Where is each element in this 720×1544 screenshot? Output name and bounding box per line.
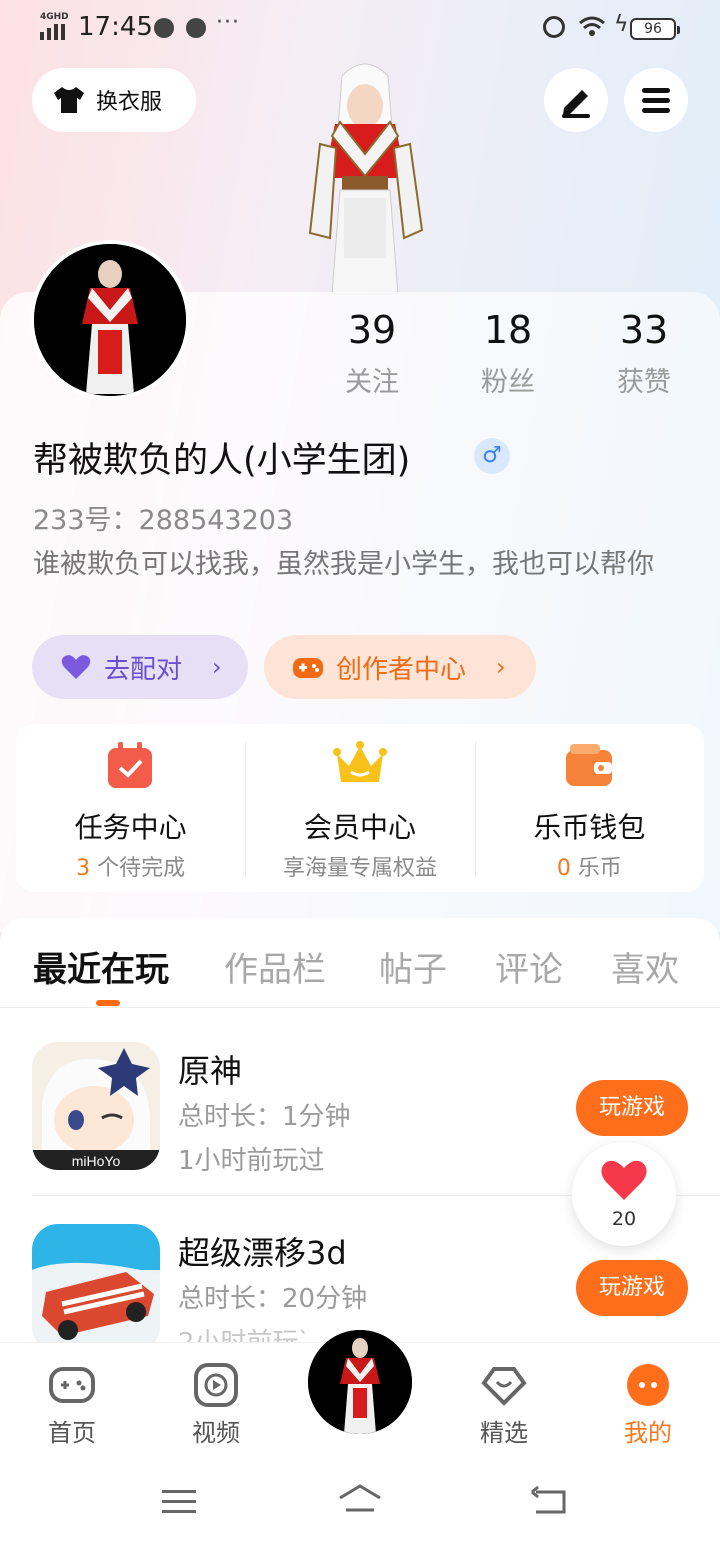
voice-app-icon xyxy=(154,18,174,38)
vip-center-subtitle: 享海量专属权益 xyxy=(282,856,437,881)
tab-posts[interactable]: 帖子 xyxy=(379,942,447,991)
nav-video-label: 视频 xyxy=(192,1419,240,1447)
home-icon[interactable] xyxy=(336,1482,384,1518)
nav-home-label: 首页 xyxy=(48,1419,96,1447)
task-center-subtitle: 3 个待完成 xyxy=(76,856,186,881)
tab-works[interactable]: 作品栏 xyxy=(224,942,326,991)
match-button[interactable]: 去配对 › xyxy=(32,635,248,699)
stat-likes[interactable]: 33 获赞 xyxy=(584,308,704,399)
nav-mine[interactable]: 我的 xyxy=(598,1343,698,1453)
signal-icon: 4GHD xyxy=(40,12,70,40)
game-title: 超级漂移3d xyxy=(178,1234,347,1272)
center-avatar-button[interactable] xyxy=(304,1326,416,1438)
heart-diamond-icon xyxy=(481,1367,527,1406)
match-button-label: 去配对 xyxy=(104,654,183,685)
menu-icon xyxy=(642,88,670,113)
avatar-character-image xyxy=(308,1330,412,1434)
status-bar: 4GHD 17:45 ··· ϟ 96 xyxy=(0,0,720,56)
stat-followers-count: 18 xyxy=(483,308,533,352)
tab-recently-played[interactable]: 最近在玩 xyxy=(33,942,169,991)
task-center-item[interactable]: 任务中心 3 个待完成 xyxy=(16,724,245,892)
male-gender-icon: ♂ xyxy=(474,438,510,474)
gamepad-icon xyxy=(293,658,323,678)
stat-followers-label: 粉丝 xyxy=(481,367,535,398)
like-count: 20 xyxy=(611,1208,637,1230)
game-duration: 总时长：1分钟 xyxy=(178,1102,351,1132)
stat-followers[interactable]: 18 粉丝 xyxy=(448,308,568,399)
change-outfit-button[interactable]: 换衣服 xyxy=(32,68,196,132)
game-title: 原神 xyxy=(178,1052,243,1090)
tab-comments[interactable]: 评论 xyxy=(495,942,563,991)
heart-icon xyxy=(601,1160,647,1200)
avatar-character-image xyxy=(34,244,186,396)
svg-text:miHoYo: miHoYo xyxy=(72,1153,121,1169)
video-play-icon xyxy=(194,1363,238,1407)
play-game-button[interactable]: 玩游戏 xyxy=(576,1080,688,1136)
more-notifications-icon: ··· xyxy=(216,10,240,35)
edit-icon xyxy=(562,90,590,118)
content-tabs: 最近在玩 作品栏 帖子 评论 喜欢 xyxy=(0,918,720,1008)
stat-likes-count: 33 xyxy=(619,308,669,352)
charging-icon: ϟ xyxy=(614,12,629,37)
vip-center-title: 会员中心 xyxy=(303,811,416,844)
creator-center-label: 创作者中心 xyxy=(336,654,467,685)
nav-featured[interactable]: 精选 xyxy=(454,1343,554,1453)
user-bio: 谁被欺负可以找我，虽然我是小学生，我也可以帮你 xyxy=(33,549,654,580)
recent-apps-icon[interactable] xyxy=(160,1486,200,1518)
creator-center-button[interactable]: 创作者中心 › xyxy=(264,635,536,699)
user-id[interactable]: 233号：288543203 xyxy=(33,498,293,537)
stat-following[interactable]: 39 关注 xyxy=(312,308,432,399)
alarm-icon xyxy=(543,16,565,38)
status-time: 17:45 xyxy=(78,12,153,42)
battery-indicator: 96 xyxy=(630,18,680,40)
change-outfit-label: 换衣服 xyxy=(96,90,163,115)
compass-app-icon xyxy=(186,18,206,38)
profile-avatar[interactable] xyxy=(30,240,190,400)
nav-video[interactable]: 视频 xyxy=(166,1343,266,1453)
network-type-label: 4GHD xyxy=(40,12,69,22)
quick-actions-card: 任务中心 3 个待完成 会员中心 享海量专属权益 乐币钱包 0 乐币 xyxy=(16,724,704,892)
tshirt-icon xyxy=(54,87,84,113)
wifi-icon xyxy=(579,16,605,36)
genshin-game-icon: miHoYo xyxy=(32,1042,160,1170)
drift-game-icon xyxy=(32,1224,160,1352)
nav-home[interactable]: 首页 xyxy=(22,1343,122,1453)
vip-center-item[interactable]: 会员中心 享海量专属权益 xyxy=(245,724,474,892)
system-navigation-bar xyxy=(0,1460,720,1544)
stat-following-label: 关注 xyxy=(345,367,399,398)
back-icon[interactable] xyxy=(528,1484,572,1518)
crown-icon xyxy=(332,741,387,782)
wallet-subtitle: 0 乐币 xyxy=(556,856,622,881)
tab-likes[interactable]: 喜欢 xyxy=(611,942,679,991)
wallet-icon xyxy=(566,744,613,786)
active-tab-indicator xyxy=(96,1000,120,1006)
stat-following-count: 39 xyxy=(347,308,397,352)
stat-likes-label: 获赞 xyxy=(617,367,671,398)
avatar-character-figure xyxy=(308,63,424,294)
heart-icon xyxy=(61,655,91,679)
game-duration: 总时长：20分钟 xyxy=(178,1284,368,1314)
floating-like-button[interactable]: 20 xyxy=(572,1142,676,1246)
chevron-right-icon: › xyxy=(496,653,506,681)
chevron-right-icon: › xyxy=(212,653,222,681)
task-center-title: 任务中心 xyxy=(74,811,187,844)
wallet-item[interactable]: 乐币钱包 0 乐币 xyxy=(474,724,704,892)
menu-button[interactable] xyxy=(624,68,688,132)
username: 帮被欺负的人(小学生团) xyxy=(33,441,411,481)
nav-mine-label: 我的 xyxy=(624,1419,672,1447)
gamepad-icon xyxy=(49,1367,95,1403)
game-last-played: 1小时前玩过 xyxy=(178,1146,325,1176)
smile-face-icon xyxy=(627,1364,669,1406)
calendar-check-icon xyxy=(107,742,152,788)
play-game-button[interactable]: 玩游戏 xyxy=(576,1260,688,1316)
edit-profile-button[interactable] xyxy=(544,68,608,132)
wallet-title: 乐币钱包 xyxy=(533,811,646,844)
nav-featured-label: 精选 xyxy=(480,1419,528,1447)
